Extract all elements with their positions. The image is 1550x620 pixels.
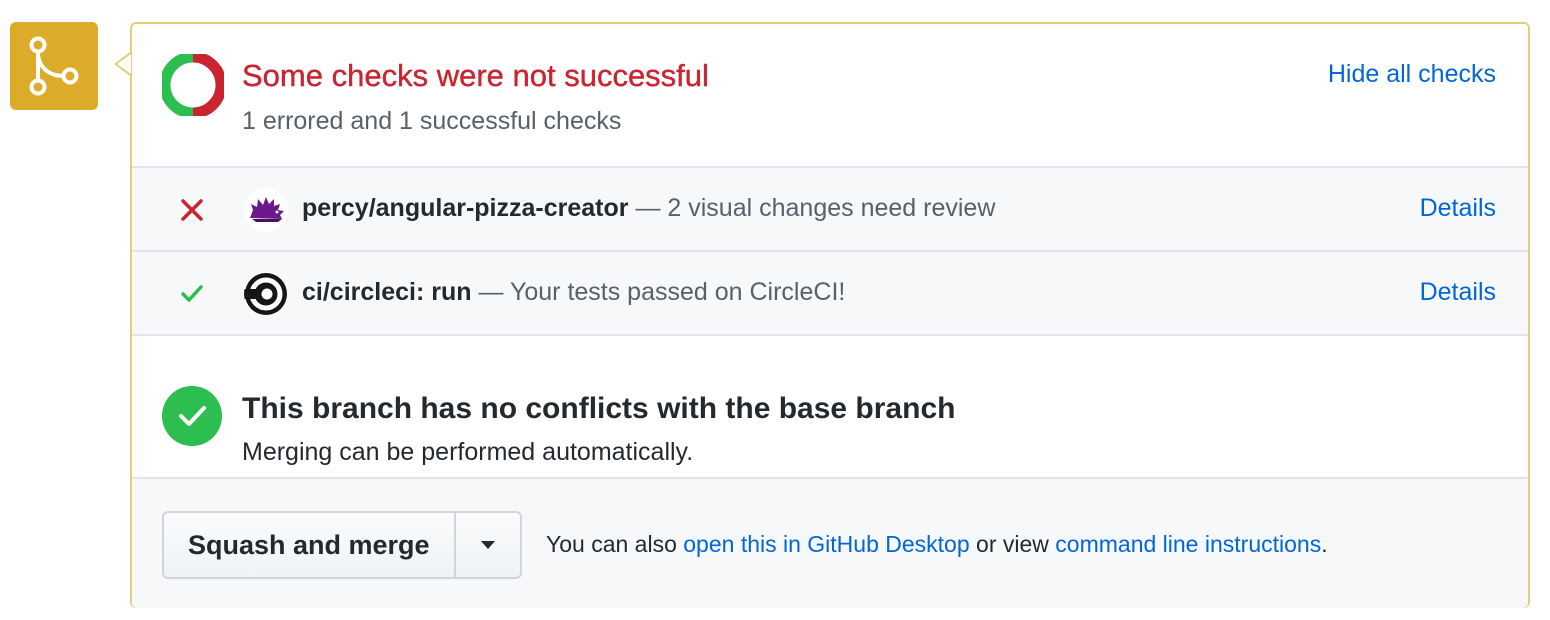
panel-pointer-fill [117, 54, 131, 74]
check-text: percy/angular-pizza-creator — 2 visual c… [302, 194, 995, 223]
check-text: ci/circleci: run — Your tests passed on … [302, 278, 845, 307]
merge-actions: Squash and merge You can also open this … [132, 479, 1528, 608]
merge-method-dropdown[interactable] [456, 513, 520, 577]
checks-status-title: Some checks were not successful [242, 58, 709, 93]
conflicts-subtitle: Merging can be performed automatically. [242, 438, 694, 466]
checks-summary: Some checks were not successful 1 errore… [132, 24, 1528, 168]
check-icon [181, 285, 203, 302]
command-line-instructions-link[interactable]: command line instructions [1055, 531, 1321, 557]
circleci-icon [244, 272, 288, 316]
merge-button-group: Squash and merge [162, 511, 522, 579]
hide-all-checks-link[interactable]: Hide all checks [1328, 60, 1496, 89]
squash-and-merge-button[interactable]: Squash and merge [164, 513, 456, 577]
checks-status-subtitle: 1 errored and 1 successful checks [242, 107, 622, 135]
merge-hint: You can also open this in GitHub Desktop… [546, 531, 1328, 558]
conflicts-section: This branch has no conflicts with the ba… [132, 336, 1528, 479]
success-check-circle-icon [162, 386, 222, 446]
x-icon [181, 199, 203, 221]
merge-status-panel: Some checks were not successful 1 errore… [130, 22, 1530, 608]
check-description: Your tests passed on CircleCI! [509, 278, 846, 306]
details-link-percy[interactable]: Details [1420, 194, 1496, 223]
percy-hedgehog-icon [244, 188, 288, 232]
git-merge-icon [10, 22, 98, 110]
check-context: ci/circleci: run [302, 278, 472, 306]
check-separator: — [471, 278, 510, 306]
conflicts-title: This branch has no conflicts with the ba… [242, 392, 956, 425]
hint-middle: or view [969, 531, 1056, 557]
caret-down-icon [480, 541, 495, 549]
check-separator: — [628, 194, 668, 222]
checks-donut-icon [162, 54, 224, 116]
open-in-github-desktop-link[interactable]: open this in GitHub Desktop [683, 531, 969, 557]
details-link-circleci[interactable]: Details [1420, 278, 1496, 307]
check-context: percy/angular-pizza-creator [302, 194, 629, 222]
check-row: ci/circleci: run — Your tests passed on … [132, 252, 1528, 336]
check-row: percy/angular-pizza-creator — 2 visual c… [132, 168, 1528, 252]
hint-prefix: You can also [546, 531, 684, 557]
check-description: 2 visual changes need review [667, 194, 996, 222]
hint-suffix: . [1321, 531, 1328, 557]
